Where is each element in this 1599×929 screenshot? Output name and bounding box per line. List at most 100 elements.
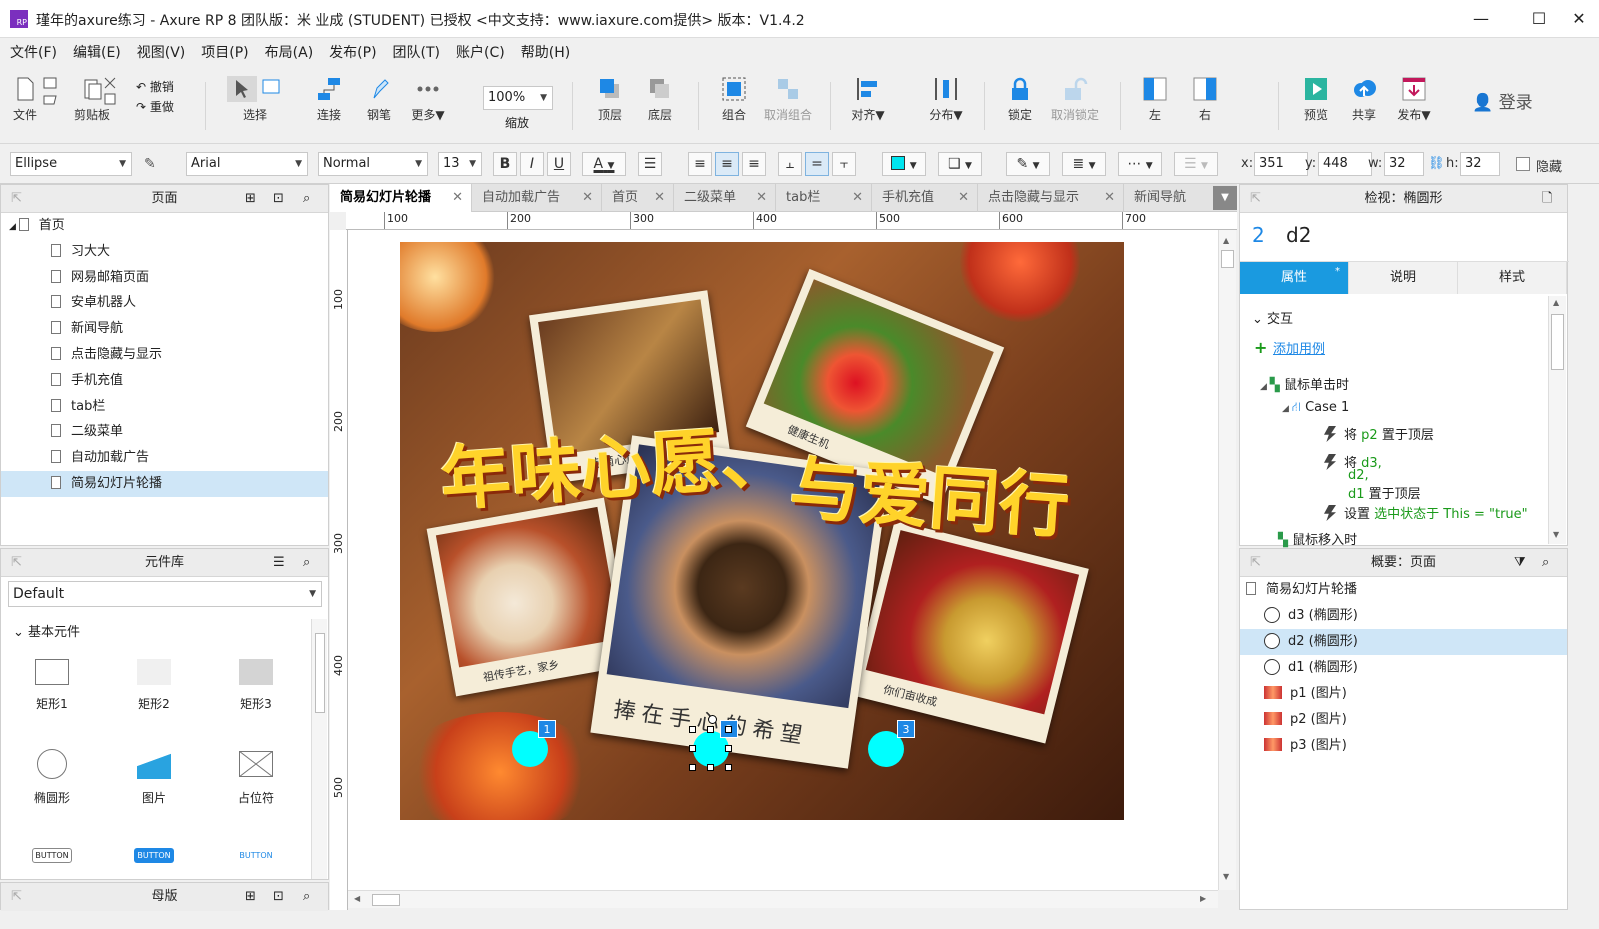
scroll-right-icon[interactable]: ▶ <box>1200 894 1206 903</box>
x-input[interactable]: 351 <box>1254 152 1308 176</box>
menu-team[interactable]: 团队(T) <box>387 38 446 68</box>
add-master-icon[interactable]: ⊞ <box>245 883 256 911</box>
more-button[interactable]: 更多▼ <box>408 76 448 123</box>
scroll-thumb[interactable] <box>372 894 400 906</box>
resize-handle[interactable] <box>707 764 714 771</box>
search-icon[interactable]: ⌕ <box>303 883 310 911</box>
canvas-horizontal-scrollbar[interactable]: ◀ ▶ <box>348 890 1218 908</box>
page-tree-item[interactable]: 点击隐藏与显示 <box>1 342 328 368</box>
close-tab-icon[interactable]: ✕ <box>1104 184 1115 212</box>
slideshow-image[interactable]: 点滴心血 健康生机 祖传手艺，家乡 你们亩收成 捧在手心的希望 年味心愿、 与爱… <box>400 242 1124 820</box>
event-onclick[interactable]: ◢ ▚ 鼠标单击时 <box>1260 374 1349 393</box>
y-input[interactable]: 448 <box>1318 152 1372 176</box>
outline-item[interactable]: d3 (椭圆形) <box>1240 603 1567 629</box>
outline-item[interactable]: d1 (椭圆形) <box>1240 655 1567 681</box>
resize-handle[interactable] <box>689 764 696 771</box>
outline-item[interactable]: p3 (图片) <box>1240 733 1567 759</box>
h-input[interactable]: 32 <box>1460 152 1500 176</box>
scroll-thumb[interactable] <box>1221 250 1234 268</box>
resize-handle[interactable] <box>689 726 696 733</box>
menu-account[interactable]: 账户(C) <box>450 38 511 68</box>
menu-view[interactable]: 视图(V) <box>131 38 192 68</box>
close-tab-icon[interactable]: ✕ <box>452 184 463 212</box>
add-folder-icon[interactable]: ⊡ <box>273 883 284 911</box>
close-tab-icon[interactable]: ✕ <box>654 184 665 212</box>
close-tab-icon[interactable]: ✕ <box>756 184 767 212</box>
collapse-icon[interactable]: ⇱ <box>1250 185 1261 213</box>
close-button[interactable]: ✕ <box>1564 6 1594 32</box>
valign-middle-button[interactable]: = <box>805 152 829 176</box>
outline-item[interactable]: p2 (图片) <box>1240 707 1567 733</box>
ungroup-button[interactable]: 取消组合 <box>762 76 814 123</box>
publish-button[interactable]: 发布▼ <box>1394 76 1434 123</box>
connect-button[interactable]: 连接 <box>312 76 346 123</box>
widget-name-field[interactable]: d2 <box>1286 223 1311 247</box>
shadow-button[interactable]: ❑ ▼ <box>938 152 982 176</box>
scroll-up-icon[interactable]: ▲ <box>1553 298 1559 307</box>
collapse-arrow-icon[interactable]: ◢ <box>9 222 19 232</box>
align-center-text-button[interactable]: ≡ <box>715 152 739 176</box>
tabs-overflow-icon[interactable]: ▼ <box>1213 186 1237 210</box>
tab-0[interactable]: 简易幻灯片轮播 ✕ <box>330 184 472 212</box>
tab-4[interactable]: tab栏 ✕ <box>776 184 872 212</box>
select-button[interactable]: 选择 <box>220 76 290 123</box>
tab-3[interactable]: 二级菜单 ✕ <box>674 184 776 212</box>
menu-layout[interactable]: 布局(A) <box>259 38 320 68</box>
share-button[interactable]: 共享 <box>1346 76 1382 123</box>
line-pattern-button[interactable]: ⋯ ▼ <box>1118 152 1162 176</box>
menu-icon[interactable]: ☰ <box>273 549 285 577</box>
maximize-button[interactable]: ☐ <box>1524 6 1554 32</box>
widget-ellipse[interactable]: 椭圆形 <box>7 749 97 806</box>
page-icon[interactable]: 🗋 <box>1542 185 1552 213</box>
add-case-link[interactable]: + 添加用例 <box>1254 338 1325 357</box>
valign-top-button[interactable]: ⫠ <box>778 152 802 176</box>
tab-style[interactable]: 样式 <box>1458 262 1567 294</box>
collapse-icon[interactable]: ⇱ <box>11 883 22 911</box>
scroll-thumb[interactable] <box>315 633 325 713</box>
page-tree-item[interactable]: 简易幻灯片轮播 <box>1 471 328 497</box>
bring-to-top-button[interactable]: 顶层 <box>590 76 630 123</box>
lock-button[interactable]: 锁定 <box>1002 76 1038 123</box>
collapse-icon[interactable]: ⇱ <box>11 185 22 213</box>
widget-rect1[interactable]: 矩形1 <box>7 659 97 712</box>
page-tree-item[interactable]: ◢ 首页 <box>1 213 328 239</box>
font-color-button[interactable]: A ▼ <box>582 152 626 176</box>
page-tree-item[interactable]: 安卓机器人 <box>1 290 328 316</box>
menu-file[interactable]: 文件(F) <box>4 38 63 68</box>
tab-notes[interactable]: 说明 <box>1349 262 1458 294</box>
login-button[interactable]: 👤 登录 <box>1472 88 1533 113</box>
search-icon[interactable]: ⌕ <box>303 549 310 577</box>
page-tree-item[interactable]: 习大大 <box>1 239 328 265</box>
font-family-select[interactable]: Arial ▼ <box>186 152 308 176</box>
close-tab-icon[interactable]: ✕ <box>958 184 969 212</box>
pen-button[interactable]: 钢笔 <box>362 76 396 123</box>
align-left-text-button[interactable]: ≡ <box>688 152 712 176</box>
send-to-bottom-button[interactable]: 底层 <box>640 76 680 123</box>
menu-edit[interactable]: 编辑(E) <box>67 38 127 68</box>
line-color-button[interactable]: ✎ ▼ <box>1006 152 1050 176</box>
right-panel-toggle[interactable]: 右 <box>1188 76 1222 123</box>
resize-handle[interactable] <box>725 764 732 771</box>
inspector-scrollbar[interactable]: ▲ ▼ <box>1548 296 1566 544</box>
tab-properties[interactable]: 属性 * <box>1240 262 1349 294</box>
tab-5[interactable]: 手机充值 ✕ <box>872 184 978 212</box>
add-page-icon[interactable]: ⊞ <box>245 185 256 213</box>
group-button[interactable]: 组合 <box>714 76 754 123</box>
resize-handle[interactable] <box>689 745 696 752</box>
font-size-select[interactable]: 13 ▼ <box>438 152 482 176</box>
open-icon[interactable] <box>42 76 58 112</box>
zoom-select[interactable]: 100% ▼ <box>483 86 553 110</box>
filter-icon[interactable]: ⧩ <box>1514 549 1526 577</box>
search-icon[interactable]: ⌕ <box>303 185 310 213</box>
menu-help[interactable]: 帮助(H) <box>515 38 576 68</box>
widget-rect3[interactable]: 矩形3 <box>211 659 301 712</box>
widget-link-button[interactable]: BUTTON <box>211 847 301 863</box>
action-1[interactable]: 将 p2 置于顶层 <box>1324 424 1434 443</box>
tab-2[interactable]: 首页 ✕ <box>602 184 674 212</box>
unlock-button[interactable]: 取消锁定 <box>1048 76 1102 123</box>
page-tree-item[interactable]: 新闻导航 <box>1 316 328 342</box>
preview-button[interactable]: 预览 <box>1298 76 1334 123</box>
fill-color-button[interactable]: ▼ <box>882 152 926 176</box>
bold-button[interactable]: B <box>493 152 517 176</box>
distribute-button[interactable]: 分布▼ <box>924 76 968 123</box>
